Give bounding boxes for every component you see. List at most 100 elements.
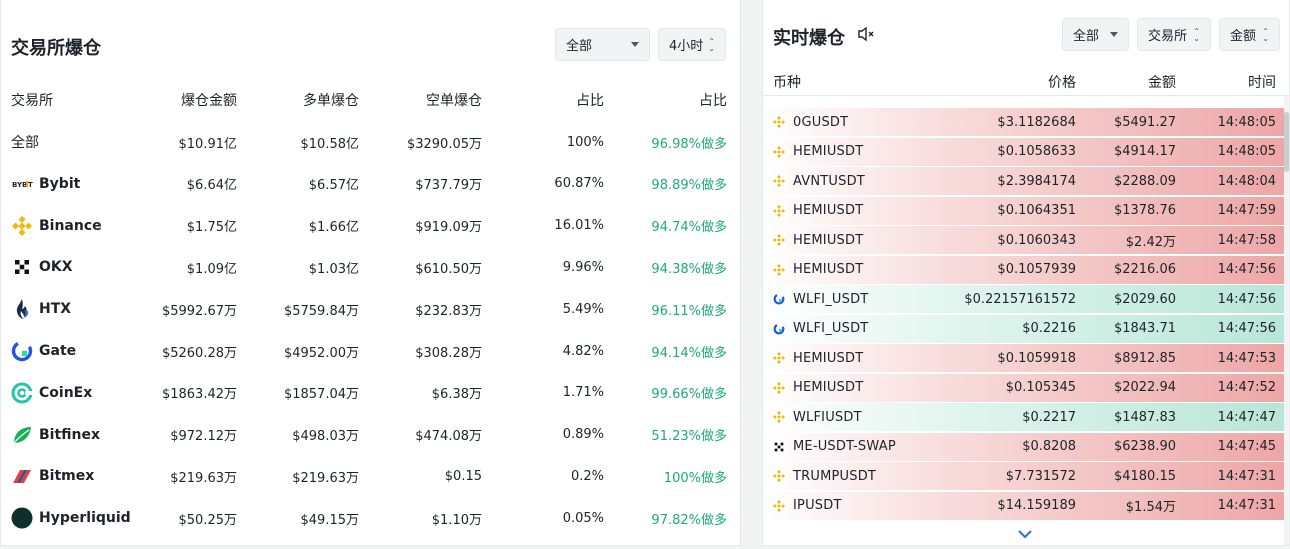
mute-icon[interactable] [857,26,875,42]
short-cell: $232.83万 [415,303,482,319]
ratio-cell: 99.66%做多 [651,387,727,403]
price-cell: $0.1057939 [997,262,1076,277]
exchange-cell[interactable]: Hyperliquid [11,507,131,529]
time-cell: 14:47:45 [1217,439,1276,454]
share-cell: 100% [566,134,604,150]
panel-title: 实时爆仓 [773,28,845,49]
scope-dropdown[interactable]: 全部 [555,28,650,61]
exchange-name: Binance [39,217,102,234]
symbol-cell: WLFI_USDT [793,291,869,307]
bybit-icon: BYB T [11,173,33,195]
price-cell: $0.1060343 [997,232,1076,248]
exchange-cell[interactable]: HTX [11,298,117,320]
col-exchange: 交易所 [11,93,53,109]
scope-dropdown[interactable]: 全部 [1062,18,1129,51]
amount-cell: $2029.60 [1113,291,1176,307]
amount-cell: $2288.09 [1113,173,1176,189]
exchange-cell[interactable]: Binance [11,215,117,237]
col-amount: 金额 [1148,74,1176,91]
ratio-cell: 94.38%做多 [651,261,727,277]
liquidation-row: HEMIUSDT $0.1058633 $4914.17 14:48:05 [763,137,1289,167]
okx-icon [773,441,785,453]
amount-cell: $2.42万 [1125,234,1176,250]
exchange-name: OKX [39,259,73,276]
sort-updown-icon: ⌃ ⌄ [1262,26,1269,43]
time-cell: 14:47:56 [1217,291,1276,307]
liquidation-row: WLFI_USDT $0.22157161572 $2029.60 14:47:56 [763,285,1289,314]
short-cell: $3290.05万 [406,136,482,152]
share-cell: 0.2% [570,468,604,484]
ratio-cell: 51.23%做多 [651,429,727,445]
exchange-cell[interactable]: 全部 [11,132,117,152]
symbol-cell: 0GUSDT [793,114,849,130]
price-cell: $0.2217 [1022,409,1076,425]
table-row: OKX $1.09亿 $1.03亿 $610.50万 9.96% 94.38%做多 [11,246,727,288]
exchange-cell[interactable]: Gate [11,340,117,362]
symbol-cell: AVNTUSDT [793,173,865,189]
gate-icon [11,340,33,362]
col-long: 多单爆仓 [303,93,359,109]
exchange-name: Bitfinex [39,426,101,443]
exchange-cell[interactable]: CoinEx [11,382,117,404]
table-row: 全部 $10.91亿 $10.58亿 $3290.05万 100% 96.98%做多 [11,121,727,163]
table-header: 交易所 爆仓金额 多单爆仓 空单爆仓 占比 占比 [11,79,727,121]
total-cell: $6.64亿 [186,178,237,194]
coinex-icon [11,382,33,404]
binance-icon [11,215,33,237]
chevron-down-icon [1110,32,1118,37]
amount-cell: $8912.85 [1113,350,1176,366]
scroll-down-icon[interactable] [1017,528,1033,540]
okx-icon [11,256,33,278]
amount-cell: $4914.17 [1113,144,1176,159]
time-cell: 14:47:56 [1217,262,1276,277]
binance-icon [773,263,785,276]
time-cell: 14:47:56 [1217,321,1276,336]
short-cell: $919.09万 [415,220,482,236]
gate-icon [773,293,785,305]
symbol-cell: HEMIUSDT [793,350,864,366]
amount-select[interactable]: 金额 ⌃ ⌄ [1219,18,1280,51]
long-cell: $1.66亿 [308,220,359,236]
col-share: 占比 [576,93,604,109]
scrollbar-thumb[interactable] [1284,112,1289,172]
price-cell: $0.1059918 [997,350,1076,366]
total-cell: $219.63万 [170,470,237,486]
short-cell: $6.38万 [431,387,482,403]
exchange-name: 全部 [11,135,39,151]
liquidation-row: HEMIUSDT $0.1060343 $2.42万 14:47:58 [763,226,1289,255]
time-cell: 14:47:59 [1217,203,1276,218]
short-cell: $610.50万 [415,261,482,277]
table-row: CoinEx $1863.42万 $1857.04万 $6.38万 1.71% 99.66… [11,372,727,414]
time-cell: 14:47:31 [1217,498,1276,513]
exchange-select[interactable]: 交易所 ⌃ ⌄ [1137,18,1211,51]
exchange-cell[interactable]: OKX [11,256,117,278]
ratio-cell: 100%做多 [663,470,727,486]
binance-icon [773,499,785,512]
time-range-value: 4小时 [669,39,704,54]
total-cell: $1863.42万 [161,387,237,403]
exchange-cell[interactable]: Bitfinex [11,424,117,446]
table-row: Bitmex $219.63万 $219.63万 $0.15 0.2% 100%做多 [11,455,727,497]
price-cell: $3.1182684 [997,114,1076,130]
price-cell: $0.1064351 [997,203,1076,218]
long-cell: $5759.84万 [283,303,359,319]
price-cell: $0.22157161572 [964,291,1076,307]
amount-cell: $1378.76 [1113,203,1176,218]
time-range-select[interactable]: 4小时 ⌃ ⌄ [658,28,726,61]
exchange-name: Gate [39,343,77,359]
liquidation-row: HEMIUSDT $0.1064351 $1378.76 14:47:59 [763,196,1289,226]
exchange-cell[interactable]: Bitmex [11,465,117,487]
symbol-cell: HEMIUSDT [793,232,864,248]
liquidation-row: HEMIUSDT $0.1059918 $8912.85 14:47:53 [763,344,1289,373]
scope-dropdown-value: 全部 [566,39,593,54]
total-cell: $972.12万 [170,429,237,445]
time-cell: 14:47:58 [1217,232,1276,248]
long-cell: $10.58亿 [300,136,360,152]
binance-icon [773,234,785,246]
liquidation-row: TRUMPUSDT $7.731572 $4180.15 14:47:31 [763,462,1289,491]
table-row: BYB T Bybit $6.64亿 $6.57亿 $737.79万 60.87% 98.89… [11,163,727,205]
hyperliquid-icon [11,507,33,529]
total-cell: $10.91亿 [178,136,238,152]
col-price: 价格 [1048,74,1076,91]
exchange-cell[interactable]: BYB T Bybit [11,173,117,195]
